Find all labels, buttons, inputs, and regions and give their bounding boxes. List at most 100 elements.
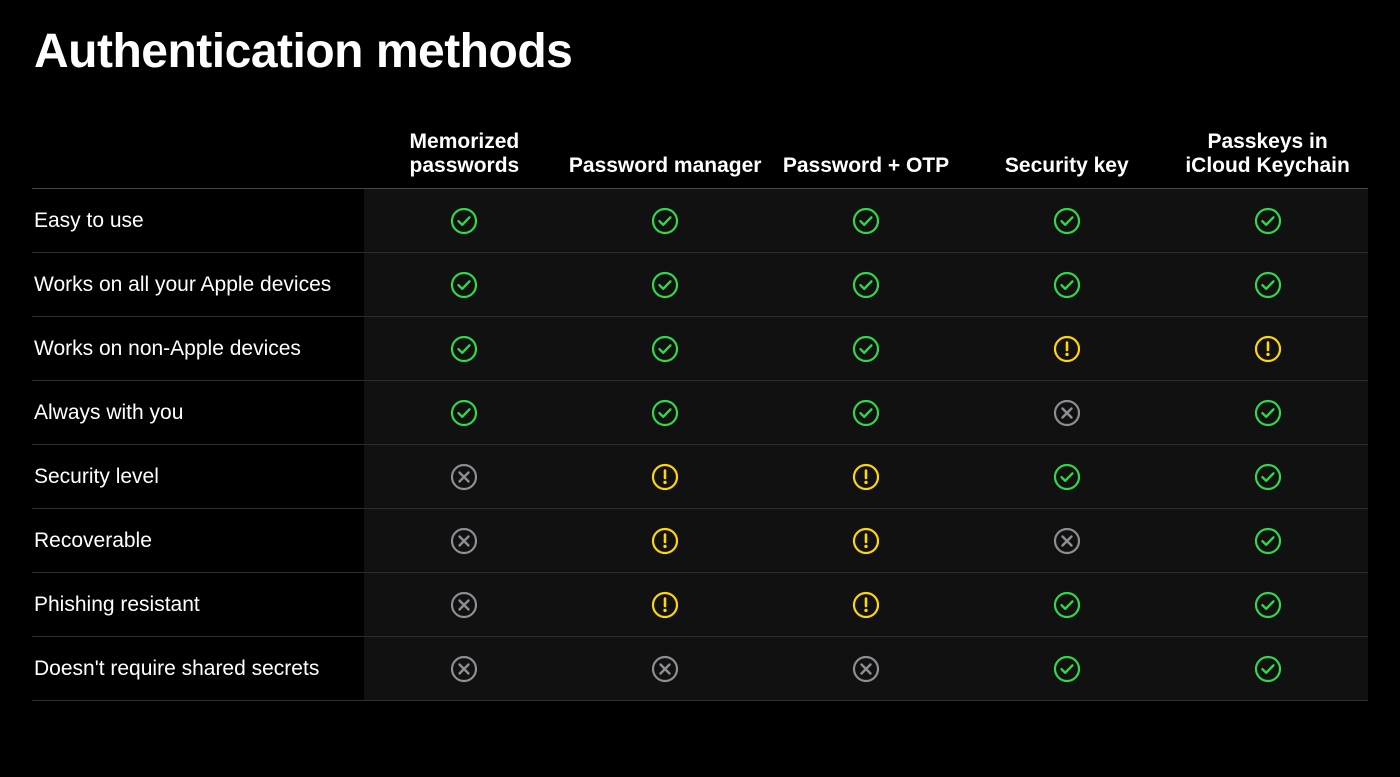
table-cell <box>364 463 565 491</box>
slide: Authentication methods Memorizedpassword… <box>0 0 1400 721</box>
exclamation-circle-icon <box>852 463 880 491</box>
table-cell <box>565 399 766 427</box>
table-cell <box>966 591 1167 619</box>
col-header-label: Password + OTP <box>783 154 949 177</box>
exclamation-circle-icon <box>651 463 679 491</box>
check-circle-icon <box>1254 655 1282 683</box>
check-circle-icon <box>450 399 478 427</box>
row-label: Phishing resistant <box>32 593 364 617</box>
table-cell <box>364 335 565 363</box>
comparison-table: Memorizedpasswords Password manager Pass… <box>32 129 1368 701</box>
check-circle-icon <box>450 335 478 363</box>
check-circle-icon <box>651 335 679 363</box>
table-row: Recoverable <box>32 509 1368 573</box>
table-row: Works on non-Apple devices <box>32 317 1368 381</box>
check-circle-icon <box>1053 655 1081 683</box>
table-cell <box>966 655 1167 683</box>
table-cell <box>364 271 565 299</box>
x-circle-icon <box>450 527 478 555</box>
row-label: Recoverable <box>32 529 364 553</box>
col-header-password-otp: Password + OTP <box>766 154 967 180</box>
table-cell <box>966 463 1167 491</box>
table-cell <box>364 591 565 619</box>
x-circle-icon <box>852 655 880 683</box>
table-cell <box>565 271 766 299</box>
check-circle-icon <box>852 399 880 427</box>
row-data <box>364 445 1368 508</box>
col-header-security-key: Security key <box>966 154 1167 180</box>
table-cell <box>565 527 766 555</box>
row-data <box>364 637 1368 700</box>
table-cell <box>966 271 1167 299</box>
check-circle-icon <box>1254 271 1282 299</box>
col-header-memorized-passwords: Memorizedpasswords <box>364 130 565 180</box>
table-cell <box>766 591 967 619</box>
check-circle-icon <box>1254 527 1282 555</box>
table-cell <box>1167 399 1368 427</box>
check-circle-icon <box>1053 271 1081 299</box>
table-header-row: Memorizedpasswords Password manager Pass… <box>32 129 1368 189</box>
exclamation-circle-icon <box>1254 335 1282 363</box>
table-row: Easy to use <box>32 189 1368 253</box>
row-label: Works on all your Apple devices <box>32 273 364 297</box>
table-cell <box>565 655 766 683</box>
exclamation-circle-icon <box>651 591 679 619</box>
table-cell <box>1167 271 1368 299</box>
table-row: Doesn't require shared secrets <box>32 637 1368 701</box>
table-cell <box>565 207 766 235</box>
row-data <box>364 189 1368 252</box>
x-circle-icon <box>1053 399 1081 427</box>
table-cell <box>966 207 1167 235</box>
table-cell <box>1167 591 1368 619</box>
check-circle-icon <box>450 271 478 299</box>
table-row: Works on all your Apple devices <box>32 253 1368 317</box>
table-cell <box>364 207 565 235</box>
x-circle-icon <box>450 463 478 491</box>
header-columns: Memorizedpasswords Password manager Pass… <box>364 129 1368 180</box>
row-label: Security level <box>32 465 364 489</box>
x-circle-icon <box>450 591 478 619</box>
exclamation-circle-icon <box>852 527 880 555</box>
x-circle-icon <box>651 655 679 683</box>
table-cell <box>364 399 565 427</box>
check-circle-icon <box>852 335 880 363</box>
row-data <box>364 573 1368 636</box>
row-data <box>364 381 1368 444</box>
row-label: Easy to use <box>32 209 364 233</box>
table-cell <box>966 399 1167 427</box>
row-label: Works on non-Apple devices <box>32 337 364 361</box>
row-data <box>364 253 1368 316</box>
col-header-label: Passkeys iniCloud Keychain <box>1185 130 1350 177</box>
table-cell <box>766 207 967 235</box>
table-cell <box>966 527 1167 555</box>
table-cell <box>1167 527 1368 555</box>
table-cell <box>1167 335 1368 363</box>
table-cell <box>565 335 766 363</box>
row-label: Always with you <box>32 401 364 425</box>
table-cell <box>1167 207 1368 235</box>
check-circle-icon <box>1053 463 1081 491</box>
check-circle-icon <box>1254 591 1282 619</box>
check-circle-icon <box>1254 399 1282 427</box>
slide-title: Authentication methods <box>34 24 1368 79</box>
table-cell <box>1167 655 1368 683</box>
table-cell <box>1167 463 1368 491</box>
col-header-label: Password manager <box>569 154 762 177</box>
exclamation-circle-icon <box>1053 335 1081 363</box>
table-cell <box>766 655 967 683</box>
check-circle-icon <box>651 271 679 299</box>
check-circle-icon <box>852 207 880 235</box>
col-header-label: Memorizedpasswords <box>410 130 520 177</box>
table-cell <box>364 655 565 683</box>
table-cell <box>966 335 1167 363</box>
row-data <box>364 509 1368 572</box>
x-circle-icon <box>450 655 478 683</box>
check-circle-icon <box>852 271 880 299</box>
table-cell <box>766 527 967 555</box>
check-circle-icon <box>1254 463 1282 491</box>
table-cell <box>364 527 565 555</box>
table-cell <box>766 335 967 363</box>
exclamation-circle-icon <box>651 527 679 555</box>
table-row: Always with you <box>32 381 1368 445</box>
table-row: Security level <box>32 445 1368 509</box>
